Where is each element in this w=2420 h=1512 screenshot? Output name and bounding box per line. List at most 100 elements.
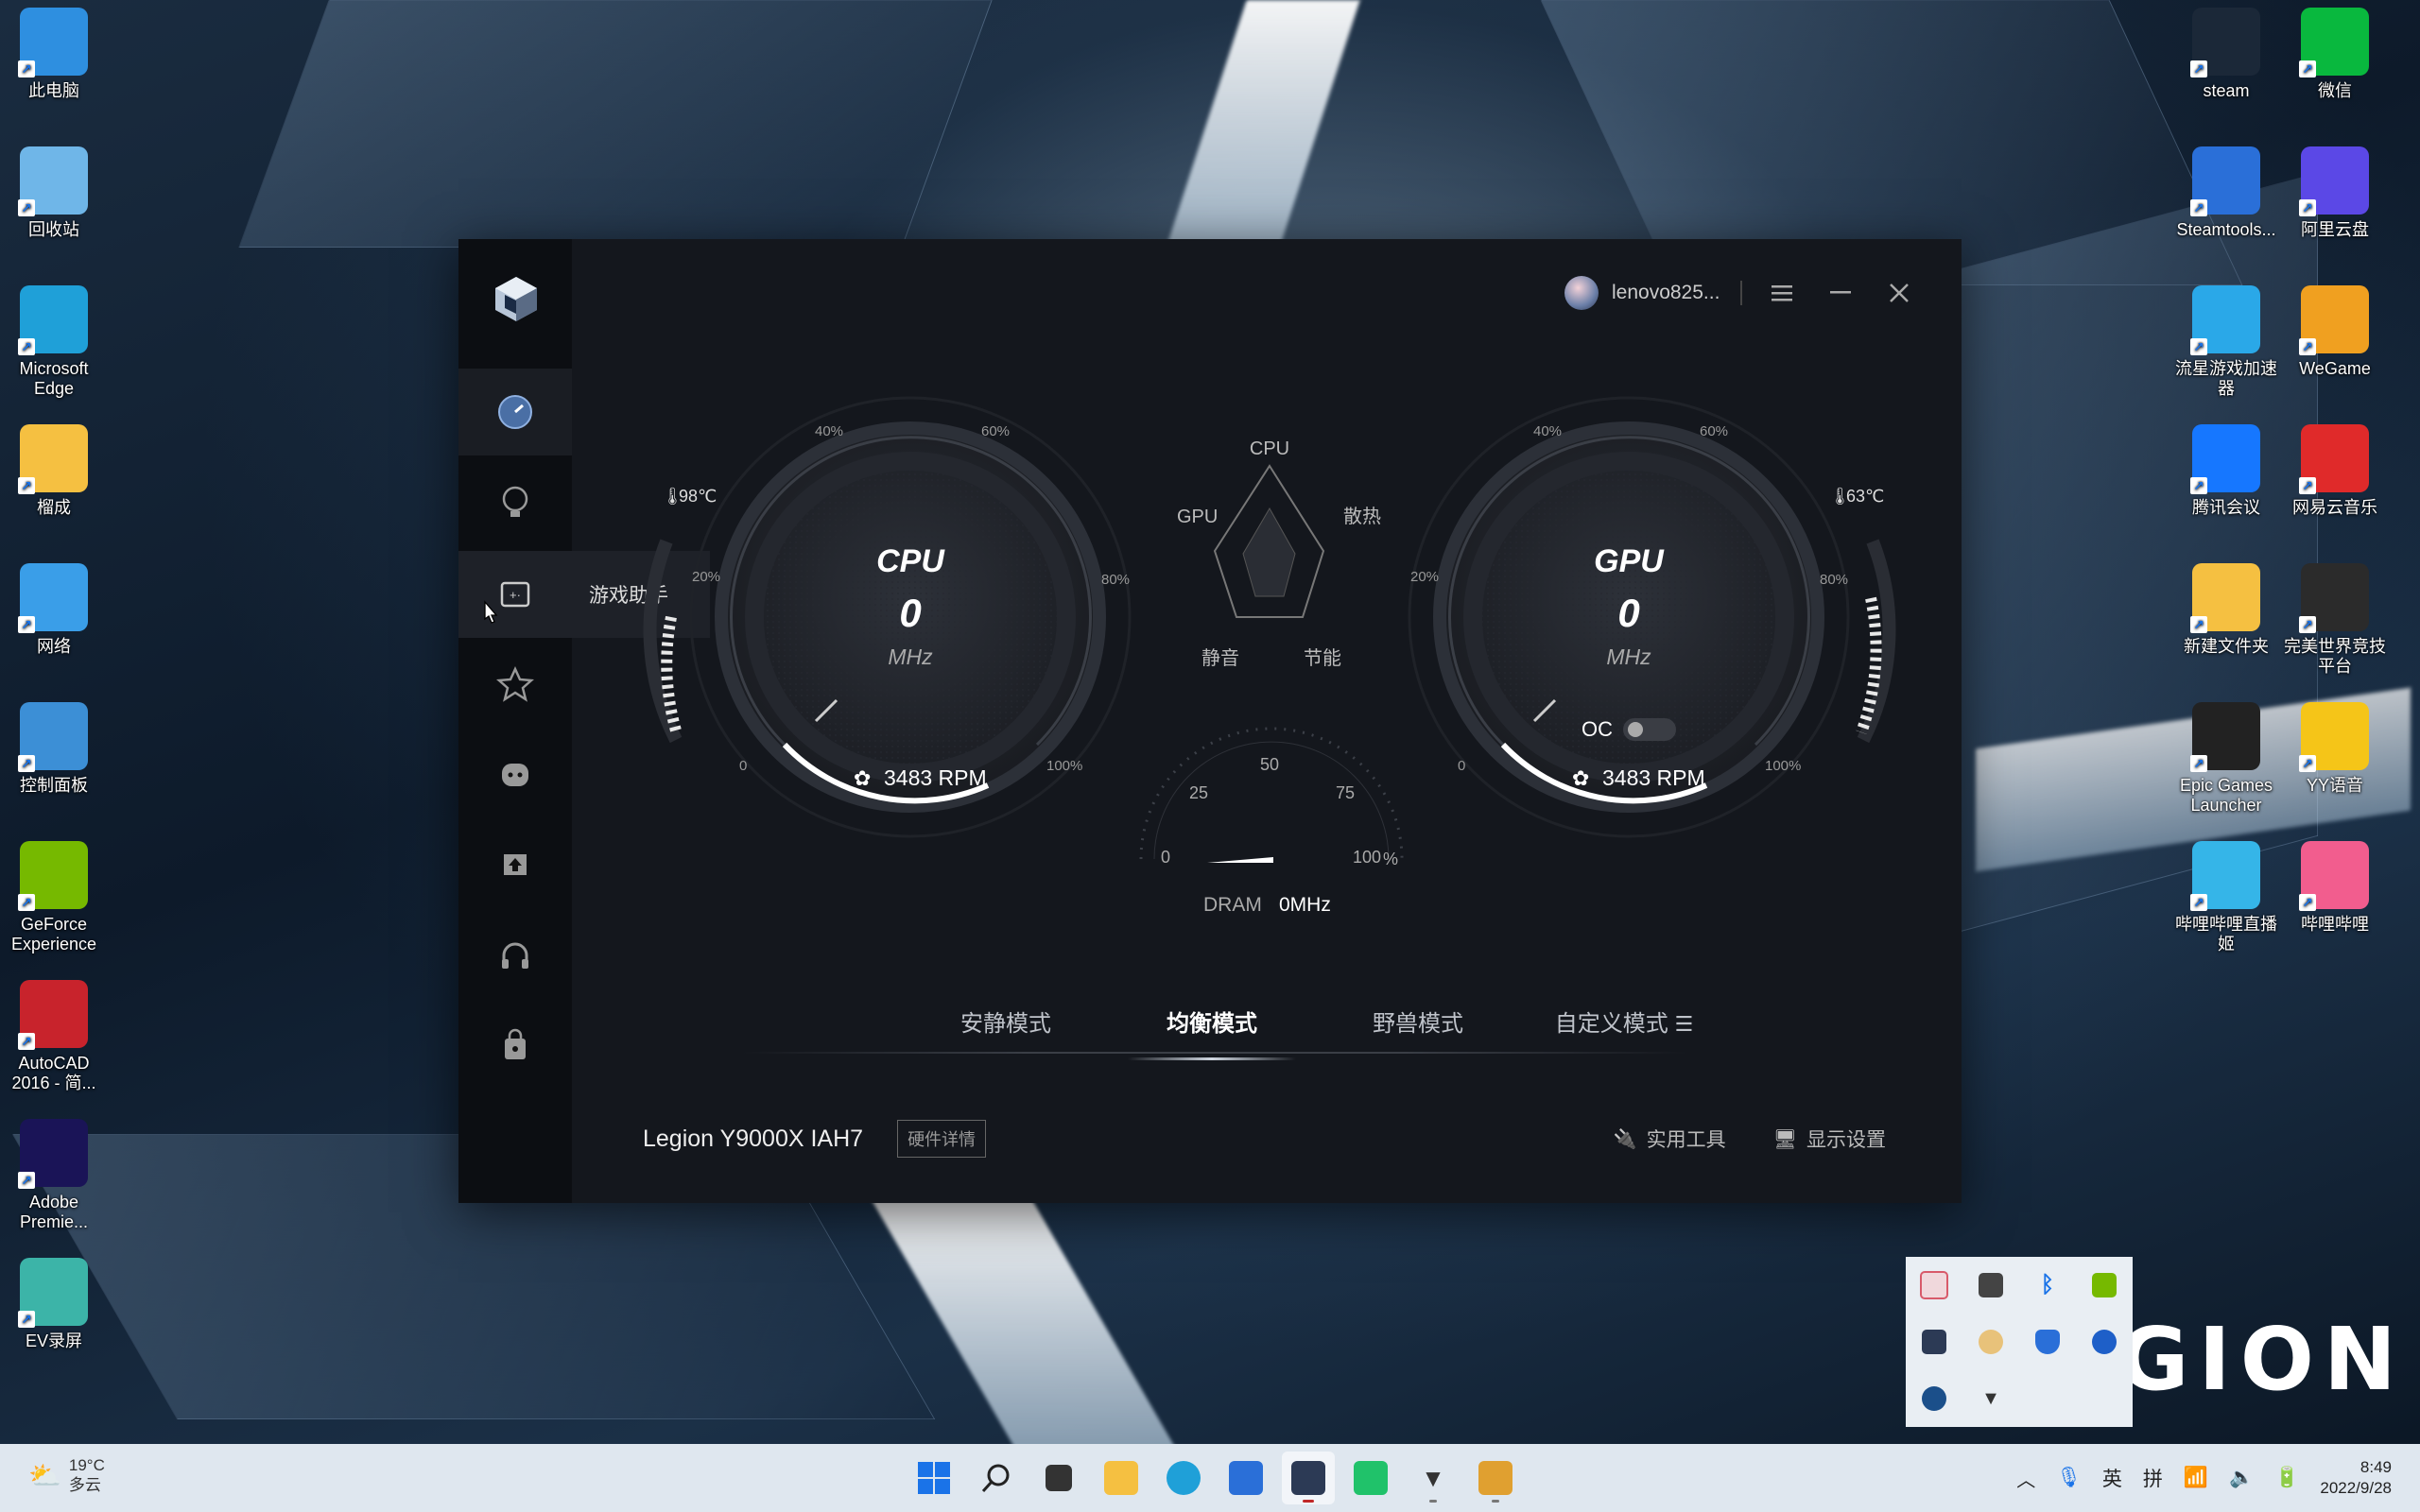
cloud-sun-icon: ⛅ — [28, 1460, 61, 1490]
battery-icon[interactable]: 🔋 — [2274, 1467, 2299, 1489]
desktop-icon[interactable]: ↗ Microsoft Edge — [0, 285, 111, 399]
tray-icon-game[interactable]: ▼ — [1962, 1370, 2019, 1427]
nvidia-icon — [2092, 1273, 2117, 1297]
volume-icon[interactable]: 🔈 — [2229, 1467, 2254, 1489]
desktop-icon[interactable]: ↗ 腾讯会议 — [2169, 424, 2283, 518]
taskbar-task-view[interactable] — [1032, 1452, 1085, 1504]
desktop-icon-label: 回收站 — [28, 220, 79, 239]
game-emblem-icon: ▼ — [1981, 1387, 2000, 1409]
tray-icon-vantage[interactable] — [1962, 1257, 2019, 1314]
control-panel-icon: ↗ — [18, 702, 88, 772]
x-circle-icon — [1979, 1330, 2003, 1354]
mode-custom[interactable]: 自定义模式 ☰ — [1521, 995, 1727, 1047]
desktop-icon[interactable]: ↗ 哔哩哔哩 — [2278, 841, 2392, 935]
desktop-icon[interactable]: ↗ GeForce Experience — [0, 841, 111, 954]
desktop-icon[interactable]: ↗ Adobe Premie... — [0, 1119, 111, 1232]
desktop-icon-label: Epic Games Launcher — [2179, 776, 2273, 815]
dram-gauge: 0 25 50 75 100 % DRAM 0MHz — [1139, 727, 1404, 916]
shortcut-arrow-icon: ↗ — [2190, 60, 2207, 77]
shortcut-arrow-icon: ↗ — [18, 616, 35, 633]
cube-icon — [1291, 1461, 1325, 1495]
mode-balanced[interactable]: 均衡模式 — [1109, 995, 1315, 1060]
desktop-icon-label: WeGame — [2299, 359, 2371, 378]
microphone-icon[interactable]: 🎙 — [2056, 1467, 2082, 1489]
windows-icon — [918, 1462, 950, 1494]
desktop-icon[interactable]: ↗ 榴成 — [0, 424, 111, 518]
desktop-icon[interactable]: ↗ 流星游戏加速器 — [2169, 285, 2283, 399]
desktop-icon-label: steam — [2203, 81, 2250, 100]
desktop-icon[interactable]: ↗ Steamtools... — [2169, 146, 2283, 240]
tray-icon-bluetooth[interactable]: ᛒ — [2019, 1257, 2076, 1314]
wifi-icon[interactable]: 📶 — [2184, 1467, 2208, 1489]
desktop-icon[interactable]: ↗ YY语音 — [2278, 702, 2392, 796]
time: 8:49 — [2360, 1458, 2392, 1476]
display-settings-button[interactable]: 🖥 显示设置 — [1773, 1125, 1886, 1153]
bili-live-icon: ↗ — [2190, 841, 2260, 911]
desktop-icon[interactable]: ↗ 阿里云盘 — [2278, 146, 2392, 240]
desktop-icon[interactable]: ↗ 微信 — [2278, 8, 2392, 101]
desktop-icon-label: Adobe Premie... — [19, 1193, 89, 1231]
gauge-tick: 60% — [1700, 423, 1728, 439]
tray-icon-nvidia[interactable] — [2076, 1257, 2133, 1314]
desktop-icon-label: Steamtools... — [2176, 220, 2276, 239]
desktop-icon-label: 哔哩哔哩 — [2301, 915, 2369, 934]
desktop-icon[interactable]: ↗ 回收站 — [0, 146, 111, 240]
desktop-icon-label: 流星游戏加速器 — [2175, 359, 2277, 398]
gauge-tick: 20% — [1410, 569, 1439, 585]
task-view-icon — [1046, 1465, 1072, 1491]
mode-beast[interactable]: 野兽模式 — [1315, 995, 1521, 1047]
desktop-icon[interactable]: ↗ 网络 — [0, 563, 111, 657]
dram-tick: 0 — [1161, 848, 1170, 867]
tray-overflow-popup: ᛒ ▼ — [1906, 1257, 2133, 1427]
taskbar-store[interactable] — [1219, 1452, 1272, 1504]
chevron-up-icon[interactable]: ︿ — [2016, 1465, 2035, 1492]
hardware-details-button[interactable]: 硬件详情 — [897, 1120, 987, 1158]
date: 2022/9/28 — [2320, 1479, 2392, 1497]
desktop-icon[interactable]: ↗ steam — [2169, 8, 2283, 101]
taskbar-chat[interactable] — [1344, 1452, 1397, 1504]
tray-icon-app[interactable] — [1906, 1314, 1962, 1370]
oc-toggle[interactable] — [1623, 718, 1676, 741]
start-button[interactable] — [908, 1452, 960, 1504]
utilities-button[interactable]: 🔌 实用工具 — [1614, 1125, 1726, 1153]
desktop-icon[interactable]: ↗ 控制面板 — [0, 702, 111, 796]
tray-icon-shield-x[interactable] — [1962, 1314, 2019, 1370]
desktop-icon[interactable]: ↗ 完美世界竞技平台 — [2278, 563, 2392, 677]
ime-mode[interactable]: 拼 — [2143, 1464, 2163, 1492]
shortcut-arrow-icon: ↗ — [18, 1172, 35, 1189]
taskbar-game-emblem[interactable]: ▼ — [1407, 1452, 1460, 1504]
utilities-label: 实用工具 — [1646, 1129, 1726, 1151]
taskbar-csgo[interactable] — [1469, 1452, 1522, 1504]
dram-value: 0MHz — [1279, 894, 1331, 916]
user-folder-icon: ↗ — [18, 424, 88, 494]
desktop-icon[interactable]: ↗ Epic Games Launcher — [2169, 702, 2283, 816]
taskbar-vantage[interactable] — [1282, 1452, 1335, 1504]
desktop-icon[interactable]: ↗ 新建文件夹 — [2169, 563, 2283, 657]
radar-label-silent: 静音 — [1201, 647, 1239, 669]
taskbar-edge[interactable] — [1157, 1452, 1210, 1504]
clock[interactable]: 8:49 2022/9/28 — [2320, 1457, 2392, 1499]
store-icon — [1229, 1461, 1263, 1495]
radar-label-eco: 节能 — [1304, 647, 1341, 669]
tray-icon-security[interactable] — [2076, 1314, 2133, 1370]
tray-icon-swirl[interactable] — [1906, 1257, 1962, 1314]
desktop-icon[interactable]: ↗ AutoCAD 2016 - 简... — [0, 980, 111, 1093]
weather-widget[interactable]: ⛅ 19°C 多云 — [28, 1455, 105, 1495]
yy-voice-icon: ↗ — [2299, 702, 2369, 772]
shortcut-arrow-icon: ↗ — [2299, 338, 2316, 355]
desktop-icon[interactable]: ↗ 哔哩哔哩直播姬 — [2169, 841, 2283, 954]
taskbar-file-explorer[interactable] — [1095, 1452, 1148, 1504]
ime-language[interactable]: 英 — [2102, 1464, 2122, 1492]
gauge-tick: 0 — [739, 758, 747, 774]
mode-quiet[interactable]: 安静模式 — [903, 995, 1109, 1047]
desktop-icon[interactable]: ↗ 此电脑 — [0, 8, 111, 101]
tray-icon-steam[interactable] — [1906, 1370, 1962, 1427]
desktop-icon[interactable]: ↗ WeGame — [2278, 285, 2392, 379]
tray-icon-defender[interactable] — [2019, 1314, 2076, 1370]
running-indicator — [1492, 1500, 1499, 1503]
taskbar-search[interactable] — [970, 1452, 1023, 1504]
desktop-icon-label: EV录屏 — [25, 1332, 82, 1350]
desktop-icon[interactable]: ↗ EV录屏 — [0, 1258, 111, 1351]
shortcut-arrow-icon: ↗ — [18, 1311, 35, 1328]
desktop-icon[interactable]: ↗ 网易云音乐 — [2278, 424, 2392, 518]
